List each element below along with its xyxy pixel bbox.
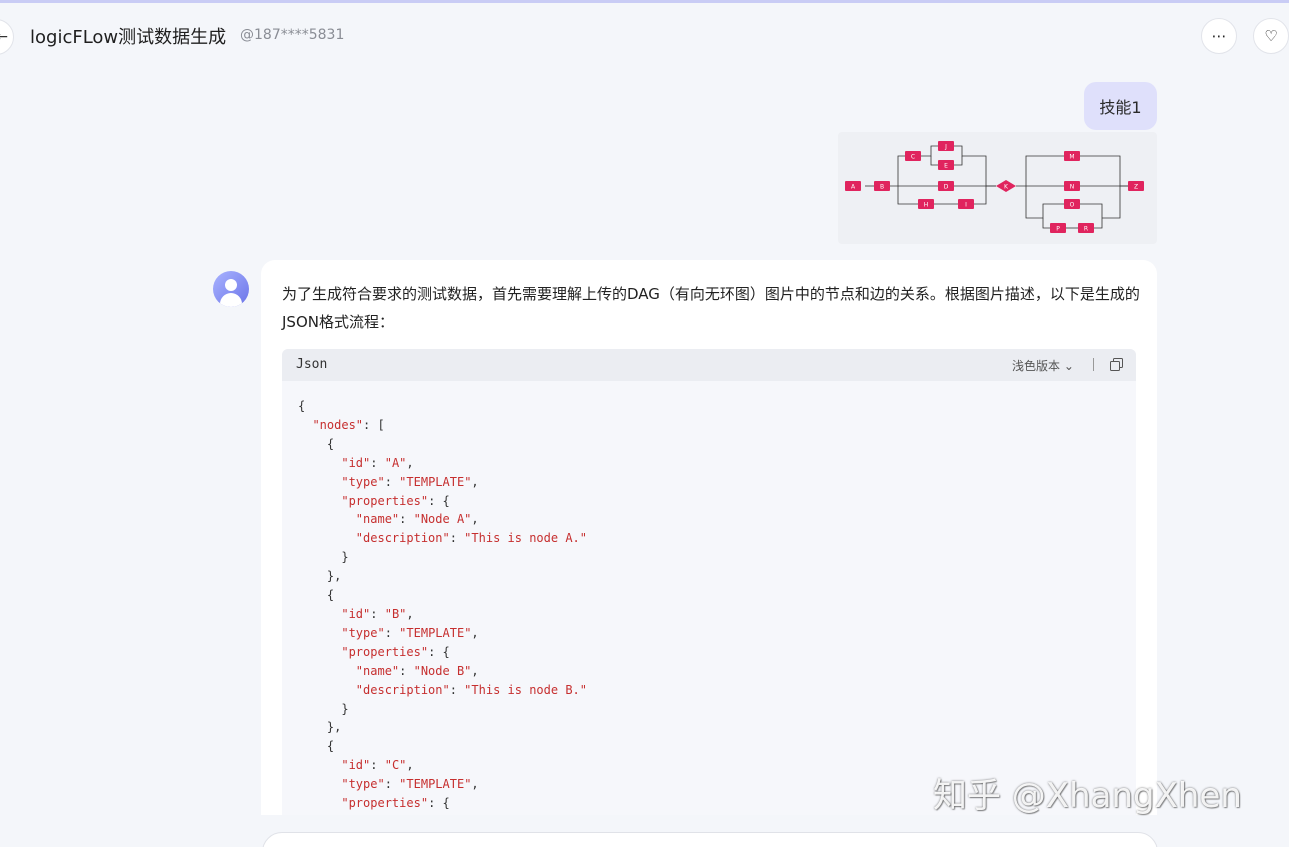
header-divider <box>1093 358 1094 371</box>
back-button[interactable]: ← <box>0 19 14 55</box>
code-content: { "nodes": [ { "id": "A", "type": "TEMPL… <box>298 399 587 811</box>
more-options-button[interactable]: ⋯ <box>1201 18 1237 54</box>
dag-edge <box>1016 155 1066 187</box>
chat-title: logicFLow测试数据生成 <box>30 27 227 48</box>
more-dots-icon: ⋯ <box>1211 27 1227 45</box>
dag-node-label: Z <box>1134 184 1138 191</box>
dag-node-label: R <box>1084 226 1088 233</box>
back-arrow-icon: ← <box>0 29 8 45</box>
uploaded-dag-image[interactable]: ABCJEDHIKMNOPRZ <box>838 132 1157 244</box>
chat-header: ← logicFLow测试数据生成 @187****5831 ⋯ ♡ <box>0 3 1289 65</box>
code-language-label: Json <box>296 357 328 372</box>
dag-node-label: I <box>965 202 967 209</box>
dag-edge <box>1102 186 1121 219</box>
chevron-down-icon: ⌄ <box>1063 359 1074 373</box>
dag-edge <box>1025 186 1066 219</box>
theme-switch-button[interactable]: 浅色版本 ⌄ <box>1012 357 1074 374</box>
user-id-label: @187****5831 <box>240 27 345 43</box>
assistant-avatar <box>213 271 249 307</box>
dag-edge <box>897 186 920 205</box>
answer-text: 为了生成符合要求的测试数据，首先需要理解上传的DAG（有向无环图）图片中的节点和… <box>282 285 1140 331</box>
dag-node-label: J <box>944 144 947 151</box>
dag-edge <box>952 145 996 187</box>
dag-node-label: E <box>944 163 948 170</box>
heart-icon: ♡ <box>1264 27 1278 45</box>
code-block-header: Json 浅色版本 ⌄ <box>282 349 1136 381</box>
dag-edge <box>919 145 940 157</box>
user-message-bubble: 技能1 <box>1084 82 1157 130</box>
dag-node-label: D <box>944 184 949 191</box>
watermark: 知乎 @XhangXhen <box>933 776 1242 816</box>
dag-diagram: A BCJEDH IKMNOP RZ <box>845 141 1144 233</box>
message-input-bar[interactable] <box>262 832 1158 847</box>
dag-node-label: N <box>1070 184 1075 191</box>
theme-label: 浅色版本 <box>1012 359 1061 373</box>
dag-edge <box>1078 155 1130 187</box>
favorite-button[interactable]: ♡ <box>1253 18 1289 54</box>
dag-node-label: B <box>880 184 884 191</box>
dag-node-label: C <box>911 154 915 161</box>
dag-edge <box>972 186 987 205</box>
code-block: Json 浅色版本 ⌄ { "nodes": [ { "id": "A", "t… <box>282 349 1136 815</box>
user-message-text: 技能1 <box>1099 98 1142 117</box>
dag-node-label: M <box>1069 154 1074 161</box>
dag-edge <box>888 155 907 187</box>
dag-node-label: P <box>1056 226 1060 233</box>
dag-node-label: H <box>924 202 929 209</box>
dag-node-label: O <box>1070 202 1075 209</box>
assistant-answer-card: 为了生成符合要求的测试数据，首先需要理解上传的DAG（有向无环图）图片中的节点和… <box>261 260 1157 815</box>
copy-icon[interactable] <box>1110 358 1123 371</box>
